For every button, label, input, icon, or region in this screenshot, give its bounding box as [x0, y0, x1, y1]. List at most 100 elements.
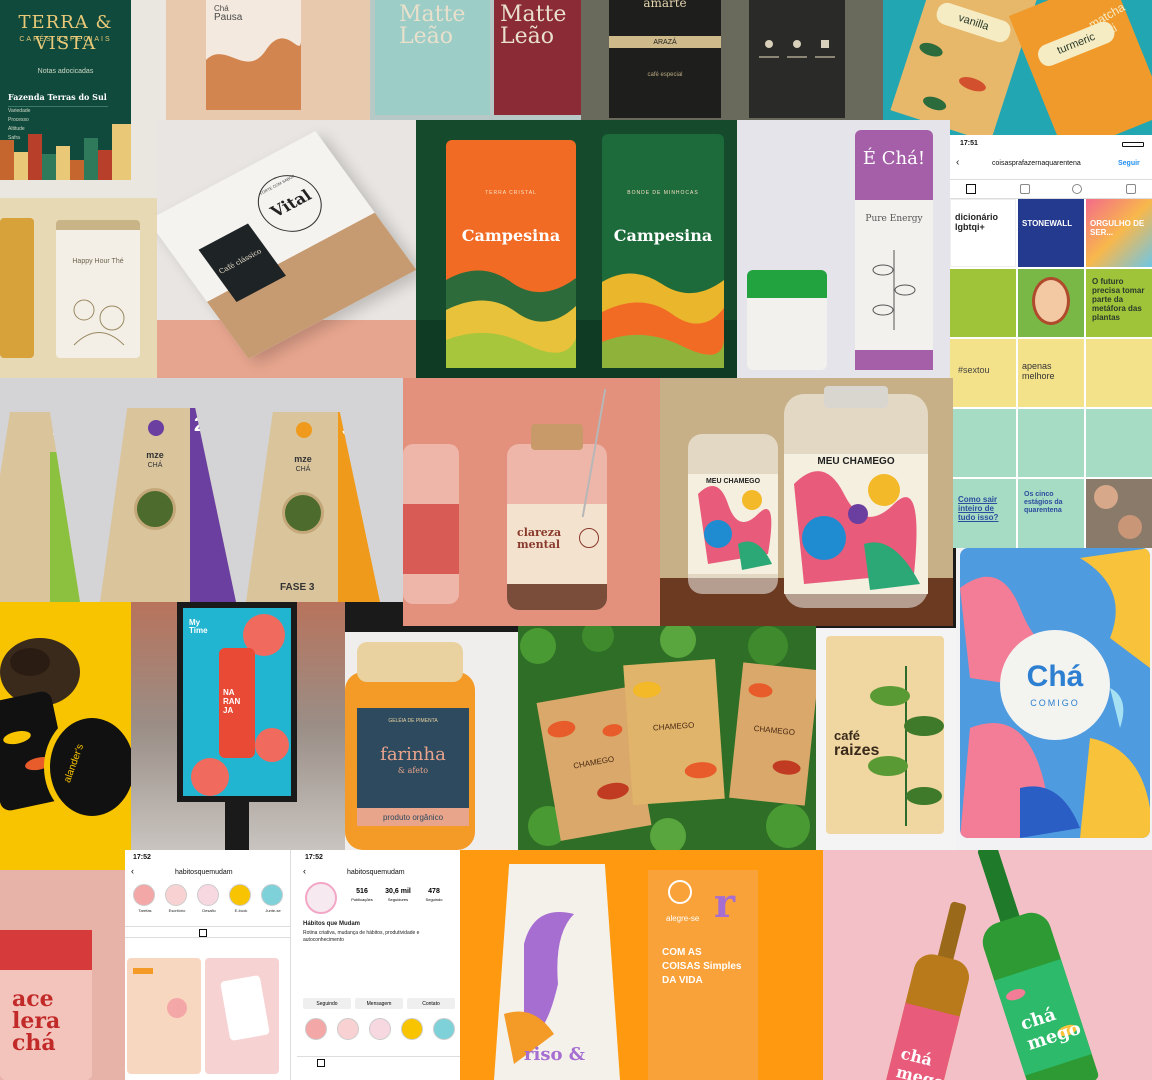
tile-vital-coffee: Café clássico Vital FORTE COM SABOR [157, 120, 416, 378]
highlight-circle[interactable] [433, 1018, 455, 1040]
abstract-pattern [698, 486, 772, 570]
grid-post[interactable] [1086, 479, 1152, 548]
jar-art [784, 454, 928, 594]
center-badge: Chá COMIGO [1000, 630, 1110, 740]
smile-icon [668, 880, 692, 904]
stat-number: 516 [356, 888, 368, 895]
grid-post[interactable]: apenas melhore [1018, 339, 1084, 407]
grid-post[interactable] [1086, 409, 1152, 477]
jar-left [403, 444, 459, 604]
highlight-circle[interactable] [133, 884, 155, 906]
post-text: O futuro precisa tomar parte da metáfora… [1092, 277, 1145, 322]
phone-screen-right: 17:52 ‹ habitosquemudam 516 30,6 mil 478… [297, 850, 460, 1080]
bag-brand-line1: café [834, 728, 861, 743]
contact-button[interactable]: Contato [407, 998, 455, 1009]
tin-dark-lid: alander's [44, 712, 131, 822]
jar-large: MEU CHAMEGO [784, 386, 928, 608]
follow-button[interactable]: Seguir [1118, 160, 1140, 167]
grid-post[interactable] [950, 269, 1016, 337]
stat-number: 478 [428, 888, 440, 895]
grid-post[interactable] [950, 409, 1016, 477]
message-button[interactable]: Mensagem [355, 998, 403, 1009]
poster-line2: Time [189, 626, 208, 635]
pouch-alegre: alegre-se COM AS COISAS Simples DA VIDA … [648, 870, 758, 1080]
grid-post[interactable]: dicionário lgbtqi+ [950, 199, 1016, 267]
pack-brand: amarte [643, 0, 687, 10]
avatar[interactable] [305, 882, 337, 914]
story-card[interactable] [205, 958, 279, 1074]
grid-icon[interactable] [317, 1059, 325, 1067]
grid-post[interactable] [1086, 339, 1152, 407]
badge-sub: COMIGO [1030, 698, 1080, 708]
stat-label: Seguidores [387, 897, 409, 902]
highlight-label: Junte-se [265, 908, 281, 913]
box-number: 3 [342, 418, 354, 440]
tile-chamego-pouches: CHAMEGO CHAMEGO CHAMEGO [518, 626, 816, 850]
bottle-label: chá mego [886, 1002, 960, 1080]
story-card[interactable] [127, 958, 201, 1074]
cork-lid [531, 424, 583, 450]
tin-band [855, 350, 933, 370]
back-arrow-icon[interactable]: ‹ [131, 866, 134, 876]
post-text: ORGULHO DE SER... [1090, 219, 1145, 237]
label-sub: & afeto [397, 766, 429, 775]
pack-sub: café especial [647, 72, 683, 78]
campesina-orange: TERRA CRISTAL Campesina [446, 140, 576, 368]
highlight-circle[interactable] [197, 884, 219, 906]
tea-box-left: 1 [0, 412, 80, 602]
grid-post[interactable] [1018, 269, 1084, 337]
pack-brand: Campesina [461, 226, 561, 245]
grid-post[interactable]: #sextou [950, 339, 1016, 407]
bottle-neck [976, 850, 1021, 926]
back-arrow-icon[interactable]: ‹ [956, 157, 959, 168]
box-brand: mze [294, 454, 312, 464]
video-face [1118, 515, 1142, 539]
grid-post[interactable]: O futuro precisa tomar parte da metáfora… [1086, 269, 1152, 337]
grid-post[interactable]: Como sair inteiro de tudo isso? [950, 479, 1016, 548]
tile-riso-alegre: riso & alegre-se COM AS COISAS Simples D… [460, 850, 823, 1080]
tab-bar [950, 179, 1152, 199]
jar-body: GELÉIA DE PIMENTA farinha & afeto produt… [345, 642, 475, 850]
label-brand: farinha [380, 744, 446, 765]
tile-beer-bottles: chá mego chá mego [823, 850, 1152, 1080]
juice-bottle: NA RAN JA [219, 648, 255, 758]
grid-post[interactable]: ORGULHO DE SER... [1086, 199, 1152, 267]
reels-icon[interactable] [1020, 184, 1030, 194]
igtv-icon[interactable] [1072, 184, 1082, 194]
highlight-circle[interactable] [369, 1018, 391, 1040]
highlight-circle[interactable] [337, 1018, 359, 1040]
big-letter: r [714, 880, 736, 927]
tile-meu-chamego: MEU CHAMEGO MEU CHAMEGO [660, 378, 953, 626]
tile-street-poster: My Time NA RAN JA [131, 602, 345, 850]
flavor-label: ARAZÁ [653, 38, 677, 46]
status-time: 17:51 [960, 140, 978, 147]
highlight-circle[interactable] [165, 884, 187, 906]
highlight-circle[interactable] [229, 884, 251, 906]
post-text: Como sair inteiro de tudo isso? [958, 495, 999, 522]
plant-illustration [868, 666, 944, 826]
jar-lid [824, 386, 888, 408]
profile-buttons: Seguindo Mensagem Contato [303, 998, 455, 1010]
label-bottom: produto orgânico [382, 812, 444, 822]
back-arrow-icon[interactable]: ‹ [303, 866, 306, 876]
bag-brand-line2: raizes [834, 742, 880, 759]
highlight-circle[interactable] [261, 884, 283, 906]
coffee-pack-right [749, 0, 845, 118]
grid-post[interactable] [1018, 409, 1084, 477]
profile-name: Hábitos que Mudam [303, 921, 361, 927]
reels-icon[interactable] [199, 929, 207, 937]
tile-instagram-habitos: 17:52 ‹ habitosquemudam Tarefas Escritór… [125, 850, 460, 1080]
grid-post[interactable]: STONEWALL [1018, 199, 1084, 267]
brand-name: TERRA & VISTA [18, 12, 113, 54]
following-button[interactable]: Seguindo [303, 998, 351, 1009]
tagged-icon[interactable] [1126, 184, 1136, 194]
grid-icon[interactable] [966, 184, 976, 194]
label-line2: mental [517, 538, 561, 551]
highlight-circle[interactable] [305, 1018, 327, 1040]
pouch-right: CHAMEGO [729, 662, 816, 806]
stat-label: Seguindo [425, 897, 443, 902]
brand-dot [148, 420, 164, 436]
pouch-pink: ace lera chá [0, 930, 92, 1080]
grid-post[interactable]: Os cinco estágios da quarentena [1018, 479, 1084, 548]
highlight-circle[interactable] [401, 1018, 423, 1040]
